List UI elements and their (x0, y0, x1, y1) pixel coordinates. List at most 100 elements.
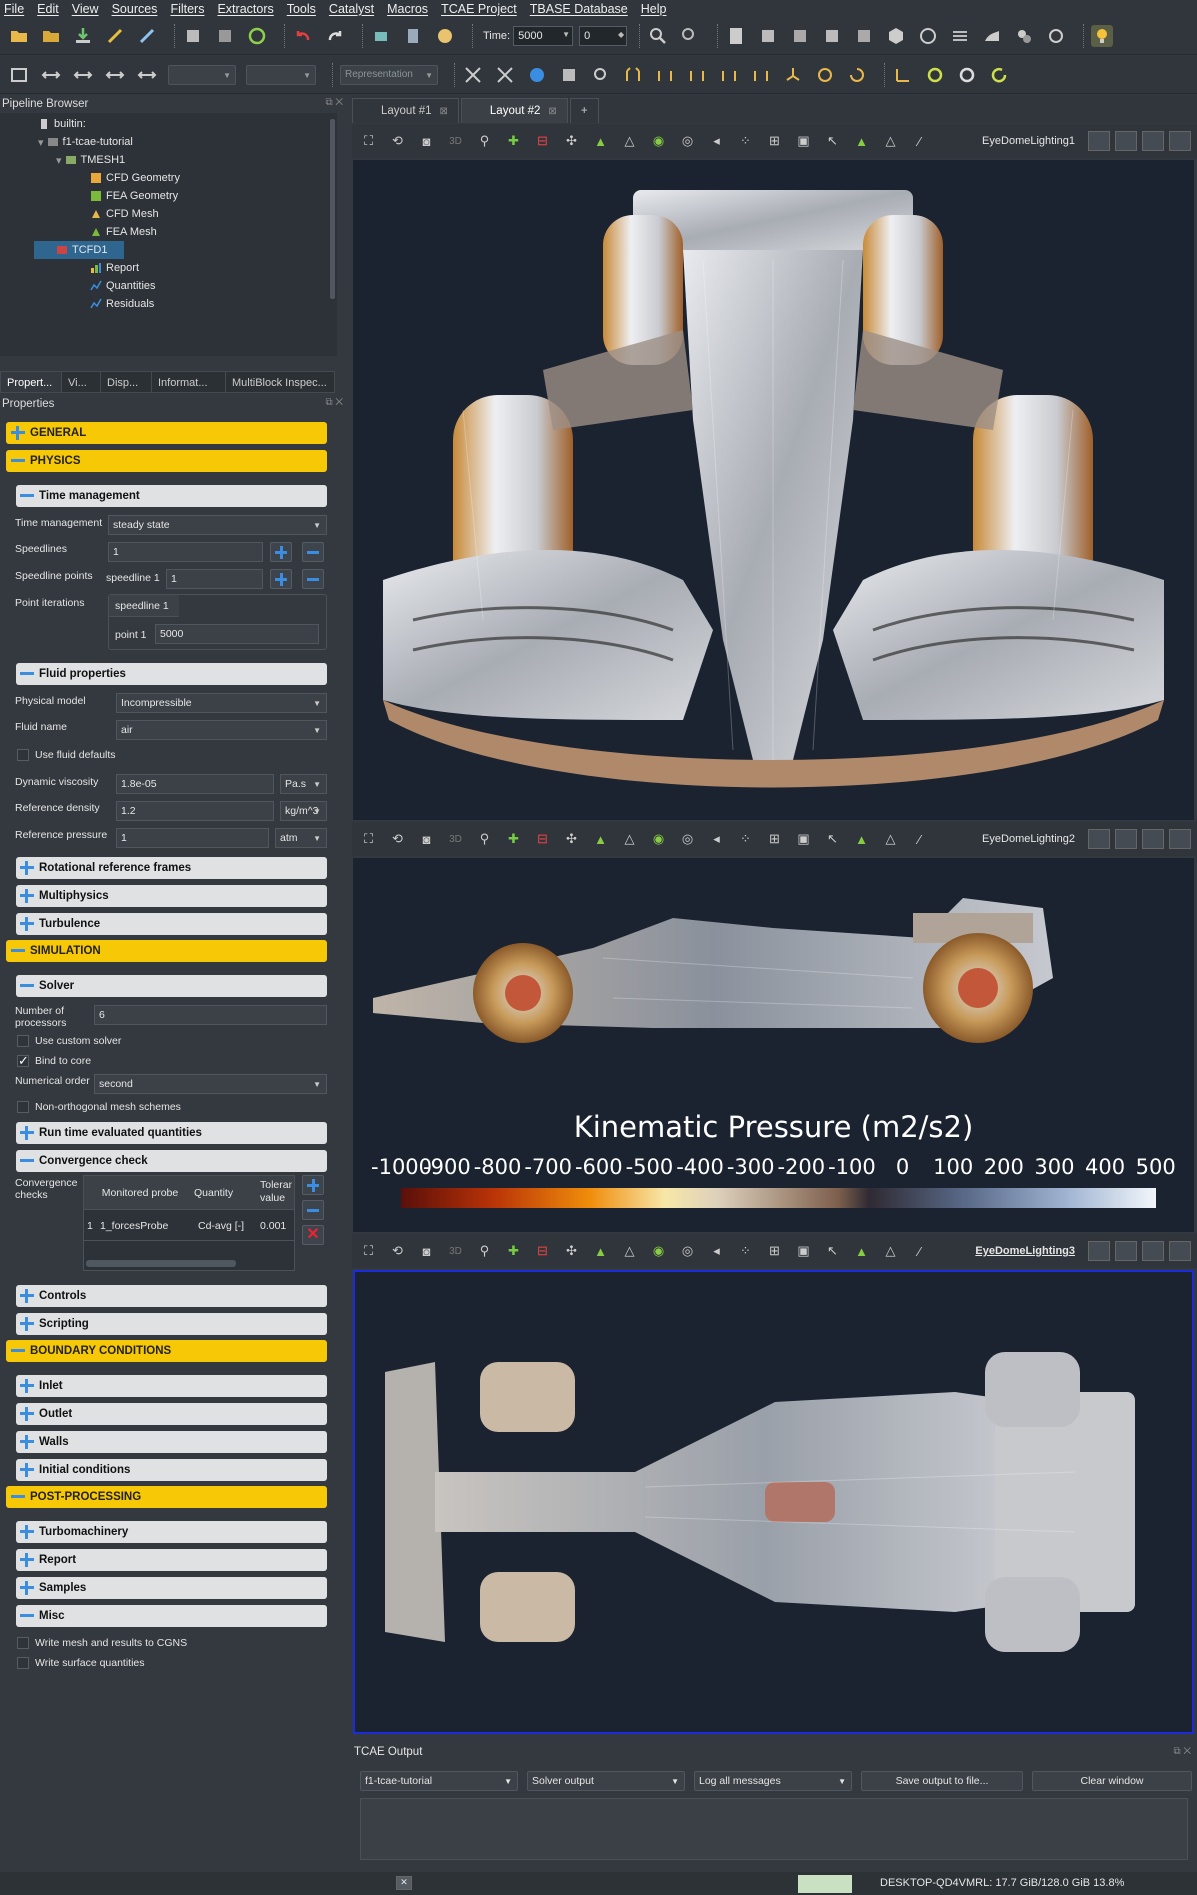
tree-item-tmesh1[interactable]: ▾ TMESH1 (56, 151, 125, 169)
save-output-button[interactable]: Save output to file... (861, 1771, 1023, 1791)
hover-points-icon[interactable]: ◎ (679, 133, 696, 150)
tree-item-quantities[interactable]: Quantities (90, 277, 156, 295)
group-turbulence[interactable]: Turbulence (16, 913, 327, 935)
group-runtime-quantities[interactable]: Run time evaluated quantities (16, 1122, 327, 1144)
select-points-icon[interactable]: ⊟ (534, 831, 551, 848)
reset-session-icon[interactable] (246, 25, 268, 47)
output-level-select[interactable]: Log all messages ▼ (694, 1771, 852, 1791)
maximize-icon[interactable] (1142, 1241, 1164, 1261)
stream-tracer-icon[interactable] (949, 25, 971, 47)
menu-sources[interactable]: Sources (112, 2, 158, 16)
component-combo[interactable]: ▼ (246, 64, 316, 85)
render-view-front[interactable] (353, 160, 1194, 820)
tree-item-report[interactable]: Report (90, 259, 139, 277)
group-samples[interactable]: Samples (16, 1577, 327, 1599)
grow-selection-icon[interactable]: ◂ (708, 831, 725, 848)
point1-iterations-input[interactable]: 5000 (155, 624, 319, 644)
split-vertical-icon[interactable] (1115, 131, 1137, 151)
calculator-icon[interactable] (725, 25, 747, 47)
zoom-icon[interactable]: ⚲ (476, 1243, 493, 1260)
capture-icon[interactable]: ⛶ (360, 831, 377, 848)
section-simulation[interactable]: SIMULATION (6, 940, 327, 962)
split-vertical-icon[interactable] (1115, 1241, 1137, 1261)
open-folder-icon[interactable] (8, 25, 30, 47)
play-loop-icon[interactable] (924, 64, 946, 86)
triangle-select-icon[interactable]: ▲ (853, 831, 870, 848)
speedline1-tab[interactable]: speedline 1 (109, 595, 179, 617)
select-block-icon[interactable]: ✣ (563, 133, 580, 150)
fluid-name-select[interactable]: air ▼ (116, 720, 327, 740)
rescale-range-icon[interactable] (462, 64, 484, 86)
select-cells-icon[interactable]: ✚ (505, 133, 522, 150)
pick-center-icon[interactable] (590, 64, 612, 86)
3d-toggle-icon[interactable]: 3D (447, 1243, 464, 1260)
find-data-icon[interactable]: ↖ (824, 133, 841, 150)
reset-view-icon[interactable]: ⟲ (389, 1243, 406, 1260)
reset-view-icon[interactable]: ⟲ (389, 133, 406, 150)
view-plus-z-icon[interactable] (750, 64, 772, 86)
select-poly-icon[interactable]: ▲ (592, 1243, 609, 1260)
triangle-select-icon[interactable]: ▲ (853, 133, 870, 150)
find-data-icon[interactable]: ↖ (824, 1243, 841, 1260)
menu-macros[interactable]: Macros (387, 2, 428, 16)
menu-edit[interactable]: Edit (37, 2, 59, 16)
menu-view[interactable]: View (72, 2, 99, 16)
redo-icon[interactable] (324, 25, 346, 47)
close-tab-icon[interactable]: ⊠ (548, 106, 556, 117)
axes-icon[interactable] (892, 64, 914, 86)
menu-tools[interactable]: Tools (287, 2, 316, 16)
representation-combo[interactable]: Representation ▼ (340, 64, 438, 85)
section-general[interactable]: GENERAL (6, 422, 327, 444)
redo-camera-icon[interactable] (214, 25, 236, 47)
group-solver[interactable]: Solver (16, 975, 327, 997)
split-horizontal-icon[interactable] (1088, 131, 1110, 151)
add-check-button[interactable] (302, 1175, 324, 1195)
interactive-select-icon[interactable]: △ (621, 1243, 638, 1260)
tree-item-cfd-geometry[interactable]: CFD Geometry (90, 169, 180, 187)
save-data-icon[interactable] (72, 25, 94, 47)
edit-selection-icon[interactable]: ▣ (795, 1243, 812, 1260)
hover-cells-icon[interactable]: ◉ (650, 831, 667, 848)
undo-icon[interactable] (292, 25, 314, 47)
speedlines-input[interactable]: 1 (108, 542, 263, 562)
select-poly-icon[interactable]: ▲ (592, 831, 609, 848)
output-source-select[interactable]: Solver output ▼ (527, 1771, 685, 1791)
pipeline-tree[interactable]: builtin: ▾ f1-tcae-tutorial ▾ TMESH1 CFD G… (0, 113, 337, 356)
time-management-select[interactable]: steady state ▼ (108, 515, 327, 535)
extract-selection-icon[interactable]: ⊞ (766, 831, 783, 848)
hover-cells-icon[interactable]: ◉ (650, 133, 667, 150)
group-turbomachinery[interactable]: Turbomachinery (16, 1521, 327, 1543)
edit-selection-icon[interactable]: ▣ (795, 133, 812, 150)
output-project-select[interactable]: f1-tcae-tutorial ▼ (360, 1771, 518, 1791)
zoom-data-icon[interactable] (647, 25, 669, 47)
extract-selection-icon[interactable]: ⊞ (766, 1243, 783, 1260)
slice-icon[interactable] (821, 25, 843, 47)
write-surface-checkbox[interactable] (17, 1657, 29, 1669)
group-initial-conditions[interactable]: Initial conditions (16, 1459, 327, 1481)
capture-icon[interactable]: ⛶ (360, 133, 377, 150)
table-scrollbar[interactable] (86, 1260, 236, 1267)
menu-help[interactable]: Help (641, 2, 667, 16)
time-index-spinbox[interactable]: 0 ◆ (579, 25, 628, 46)
delete-check-icon[interactable]: ✕ (302, 1225, 324, 1245)
select-cells-icon[interactable]: ✚ (505, 831, 522, 848)
group-inlet[interactable]: Inlet (16, 1375, 327, 1397)
select-points-icon[interactable] (558, 64, 580, 86)
extract-level-icon[interactable] (1045, 25, 1067, 47)
menu-filters[interactable]: Filters (170, 2, 204, 16)
tree-item-builtin[interactable]: builtin: (38, 115, 86, 133)
menu-extractors[interactable]: Extractors (217, 2, 273, 16)
group-outlet[interactable]: Outlet (16, 1403, 327, 1425)
new-layout-tab[interactable]: + (569, 98, 599, 123)
3d-toggle-icon[interactable]: 3D (447, 831, 464, 848)
close-view-icon[interactable] (1169, 131, 1191, 151)
group-scripting[interactable]: Scripting (16, 1313, 327, 1335)
status-close-icon[interactable]: ✕ (396, 1876, 412, 1890)
zoom-icon[interactable]: ⚲ (476, 831, 493, 848)
variable-combo[interactable]: ▼ (168, 64, 236, 85)
3d-toggle-icon[interactable]: 3D (447, 133, 464, 150)
menu-tbase-database[interactable]: TBASE Database (530, 2, 628, 16)
reference-pressure-unit-select[interactable]: atm ▼ (275, 828, 327, 848)
clear-window-button[interactable]: Clear window (1032, 1771, 1192, 1791)
maximize-icon[interactable] (1142, 131, 1164, 151)
